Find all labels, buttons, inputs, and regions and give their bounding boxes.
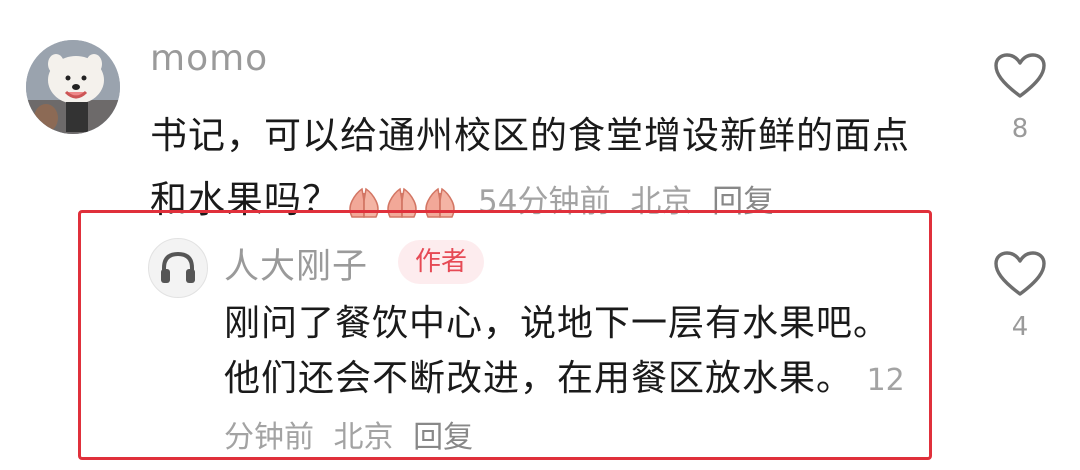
headphones-icon xyxy=(161,251,195,283)
heart-outline-icon xyxy=(994,53,1046,98)
author-badge: 作者 xyxy=(398,240,484,284)
reply-body: 刚问了餐饮中心，说地下一层有水果吧。他们还会不断改进，在用餐区放水果。 xyxy=(224,303,891,399)
avatar[interactable] xyxy=(26,40,120,134)
like-count: 8 xyxy=(1011,114,1029,144)
like-button[interactable]: 8 xyxy=(990,52,1050,144)
reply-avatar[interactable] xyxy=(148,238,208,298)
reply-text: 刚问了餐饮中心，说地下一层有水果吧。他们还会不断改进，在用餐区放水果。 12分钟… xyxy=(224,296,914,465)
reply-reply-button[interactable]: 回复 xyxy=(413,420,473,455)
reply-username[interactable]: 人大刚子 xyxy=(224,238,368,289)
comment-thread: momo 书记，可以给通州校区的食堂增设新鲜的面点和水果吗？ 54分钟前 北京 回… xyxy=(0,0,1080,470)
username[interactable]: momo xyxy=(150,38,268,79)
reply-location: 北京 xyxy=(333,420,394,455)
reply-like-button[interactable]: 4 xyxy=(990,250,1050,342)
heart-outline-icon xyxy=(994,251,1046,296)
reply-like-count: 4 xyxy=(1011,312,1029,342)
